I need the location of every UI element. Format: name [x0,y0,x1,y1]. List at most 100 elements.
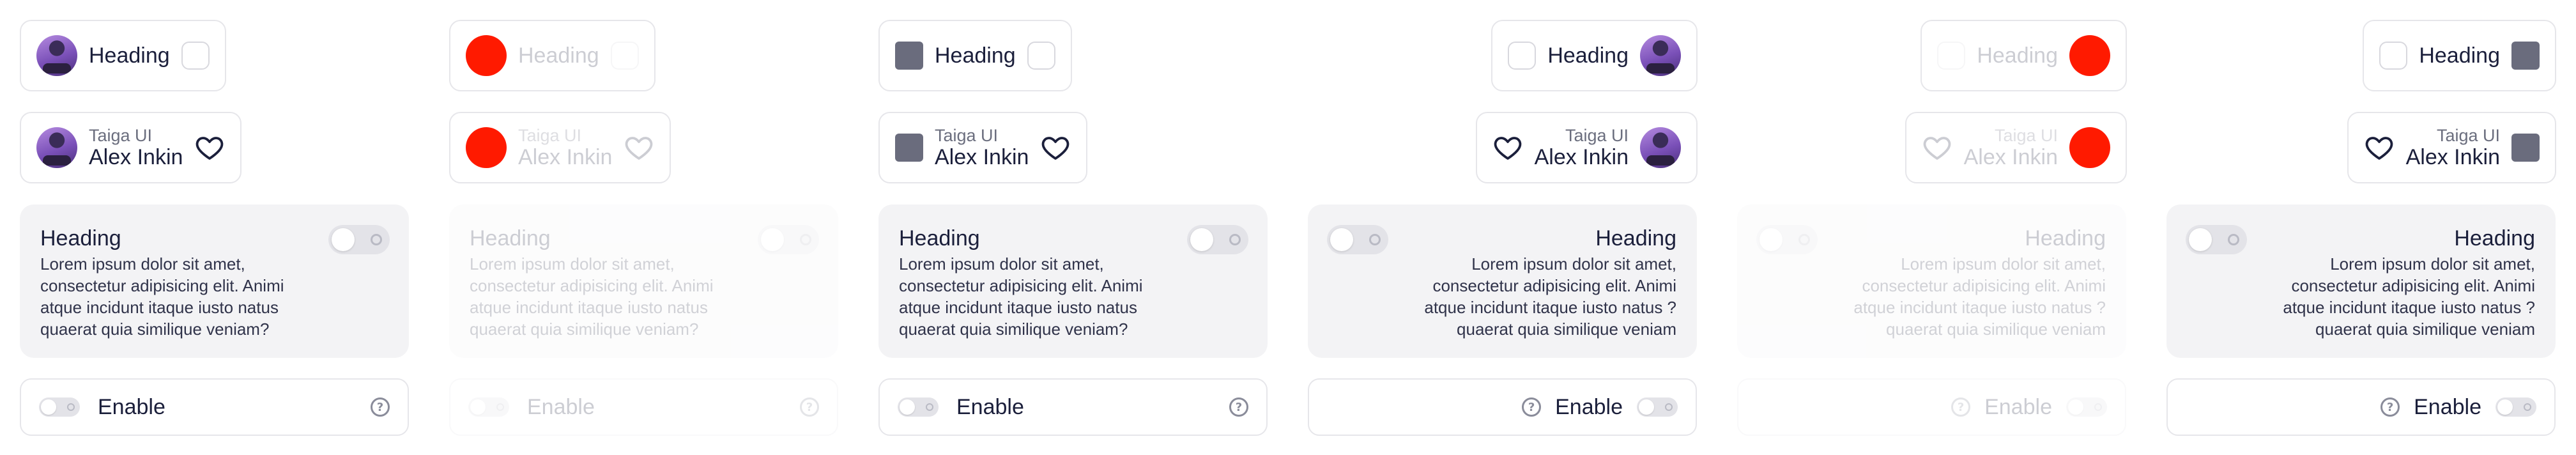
avatar [1640,35,1681,76]
enable-row[interactable]: ? Enable [1308,378,1697,436]
enable-row: ? Enable [1737,378,2126,436]
profile-text: Taiga UI Alex Inkin [1964,126,2058,169]
profile-text: Taiga UI Alex Inkin [518,126,612,169]
card-body: Lorem ipsum dolor sit amet, consectetur … [899,254,1143,339]
profile-text: Taiga UI Alex Inkin [2406,126,2500,169]
question-circle-icon[interactable]: ? [1522,397,1542,417]
heart-icon[interactable] [194,132,225,163]
profile-name: Alex Inkin [2405,145,2500,169]
enable-row: Enable ? [449,378,838,436]
enable-row[interactable]: ? Enable [2166,378,2556,436]
variant-ltr-square: Heading Taiga UI Alex Inkin Heading Lore… [859,0,1288,455]
profile-caption: Taiga UI [1994,126,2058,145]
thumbnail-square [895,42,923,70]
profile-name: Alex Inkin [935,145,1029,169]
demo-stage: Heading Taiga UI Alex Inkin Heading Lore… [0,0,2576,455]
profile-cell: Taiga UI Alex Inkin [449,112,671,183]
enable-toggle[interactable] [898,397,939,417]
profile-name: Alex Inkin [518,145,613,169]
profile-cell[interactable]: Taiga UI Alex Inkin [878,112,1088,183]
question-circle-icon: ? [800,397,819,417]
checkbox[interactable] [1027,42,1055,70]
card-body: Lorem ipsum dolor sit amet, consectetur … [470,254,714,339]
enable-label: Enable [1984,394,2052,419]
cell-heading: Heading [935,43,1016,68]
card-heading: Heading [470,226,551,251]
cell-heading: Heading [1547,43,1629,68]
avatar [36,127,77,168]
thumbnail-square [2511,42,2540,70]
avatar [1640,127,1681,168]
profile-name: Alex Inkin [1534,145,1629,169]
enable-toggle[interactable] [2496,397,2536,417]
card-toggle [1756,225,1818,254]
card-toggle[interactable] [2186,225,2247,254]
heart-icon[interactable] [1492,132,1523,163]
card-toggle[interactable] [328,225,390,254]
variant-rtl-disabled: Heading Taiga UI Alex Inkin Heading Lore… [1717,0,2147,455]
avatar [2069,35,2110,76]
card-body: Lorem ipsum dolor sit amet, consectetur … [2283,254,2535,339]
question-circle-icon[interactable]: ? [1229,397,1248,417]
profile-text: Taiga UI Alex Inkin [1535,126,1629,169]
checkbox[interactable] [1508,42,1537,70]
card-toggle[interactable] [1327,225,1388,254]
info-card: Heading Lorem ipsum dolor sit amet, cons… [1737,204,2126,358]
info-card: Heading Lorem ipsum dolor sit amet, cons… [878,204,1268,358]
profile-caption: Taiga UI [518,126,582,145]
enable-label: Enable [98,394,165,419]
card-toggle[interactable] [1187,225,1248,254]
enable-label: Enable [956,394,1024,419]
card-heading: Heading [40,226,121,251]
variant-ltr-avatar: Heading Taiga UI Alex Inkin Heading Lore… [0,0,429,455]
cell-heading: Heading [518,43,599,68]
profile-cell[interactable]: Taiga UI Alex Inkin [2347,112,2556,183]
heading-cell[interactable]: Heading [878,20,1072,91]
heading-cell: Heading [449,20,656,91]
heart-icon [1923,137,1951,160]
enable-label: Enable [1555,394,1623,419]
thumbnail-square [2511,134,2540,162]
profile-text: Taiga UI Alex Inkin [935,126,1029,169]
profile-cell[interactable]: Taiga UI Alex Inkin [20,112,242,183]
heading-cell: Heading [1920,20,2127,91]
heart-icon [625,137,653,160]
heading-cell[interactable]: Heading [20,20,226,91]
enable-toggle[interactable] [1637,397,1678,417]
avatar [36,35,77,76]
card-heading: Heading [2025,226,2106,251]
question-circle-icon[interactable]: ? [2380,397,2400,417]
variant-ltr-disabled: Heading Taiga UI Alex Inkin Heading Lore… [429,0,859,455]
card-heading: Heading [2454,226,2535,251]
profile-caption: Taiga UI [89,126,153,145]
profile-caption: Taiga UI [935,126,999,145]
profile-text: Taiga UI Alex Inkin [89,126,183,169]
heart-icon[interactable] [2364,132,2395,163]
profile-cell[interactable]: Taiga UI Alex Inkin [1475,112,1698,183]
checkbox[interactable] [2379,42,2408,70]
variant-rtl-avatar: Heading Taiga UI Alex Inkin Heading Lore… [1288,0,1717,455]
heading-cell[interactable]: Heading [2363,20,2556,91]
enable-toggle[interactable] [39,397,80,417]
avatar [466,35,507,76]
card-toggle [758,225,819,254]
question-circle-icon[interactable]: ? [371,397,390,417]
question-circle-icon: ? [1951,397,1971,417]
card-body: Lorem ipsum dolor sit amet, consectetur … [40,254,284,339]
enable-label: Enable [527,394,595,419]
heading-cell[interactable]: Heading [1491,20,1698,91]
card-heading: Heading [1595,226,1676,251]
enable-toggle [468,397,509,417]
enable-label: Enable [2414,394,2481,419]
cell-heading: Heading [1977,43,2058,68]
heart-icon[interactable] [1040,132,1071,163]
card-heading: Heading [899,226,980,251]
checkbox [1937,42,1966,70]
enable-row[interactable]: Enable ? [20,378,409,436]
info-card: Heading Lorem ipsum dolor sit amet, cons… [20,204,409,358]
enable-row[interactable]: Enable ? [878,378,1268,436]
checkbox[interactable] [181,42,210,70]
profile-name: Alex Inkin [1963,145,2058,169]
avatar [466,127,507,168]
cell-heading: Heading [89,43,170,68]
